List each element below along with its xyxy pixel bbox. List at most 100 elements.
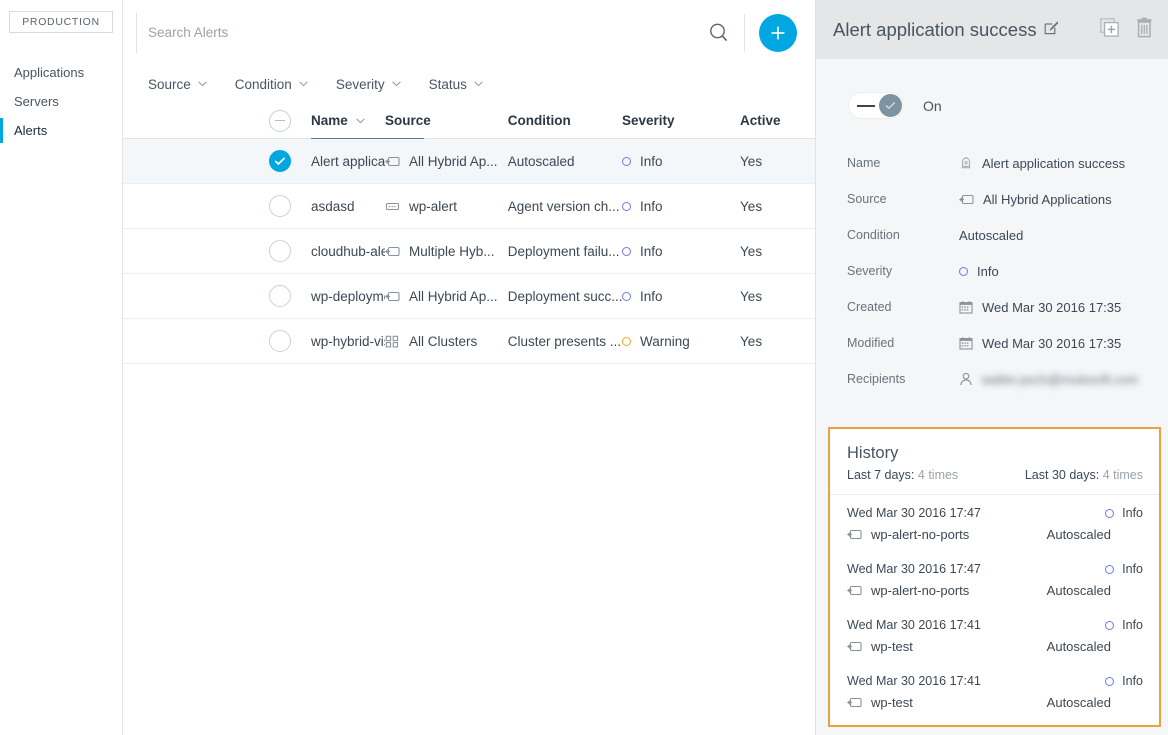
history-severity-label: Info bbox=[1122, 674, 1143, 688]
cell-condition: Autoscaled bbox=[508, 154, 622, 169]
cell-source-label: Multiple Hyb... bbox=[409, 244, 495, 259]
history-timestamp: Wed Mar 30 2016 17:47 bbox=[847, 506, 981, 520]
cell-condition: Deployment failu... bbox=[508, 244, 622, 259]
cell-active: Yes bbox=[740, 289, 815, 304]
table-row[interactable]: wp-deploymen... All Hybrid Ap... Deploym… bbox=[123, 274, 815, 319]
toggle-state-label: On bbox=[923, 98, 942, 114]
search-input[interactable] bbox=[148, 25, 702, 40]
hybrid-application-icon bbox=[847, 528, 862, 541]
table-row[interactable]: cloudhub-alert Multiple Hyb... Deploymen… bbox=[123, 229, 815, 274]
hybrid-application-icon bbox=[847, 584, 862, 597]
cell-active: Yes bbox=[740, 199, 815, 214]
cell-severity: Info bbox=[622, 244, 740, 259]
row-checkbox[interactable] bbox=[269, 240, 291, 262]
field-value: walter.poch@mulesoft.com bbox=[959, 372, 1138, 387]
sidebar: PRODUCTION Applications Servers Alerts bbox=[0, 0, 123, 735]
column-header-active[interactable]: Active bbox=[740, 103, 815, 139]
active-indicator bbox=[0, 118, 3, 143]
row-checkbox-cell bbox=[269, 150, 291, 172]
cell-source-label: All Hybrid Ap... bbox=[409, 289, 498, 304]
filter-condition[interactable]: Condition bbox=[235, 77, 308, 92]
history-title: History bbox=[847, 444, 1143, 463]
environment-badge[interactable]: PRODUCTION bbox=[9, 11, 113, 33]
history-entry-top: Wed Mar 30 2016 17:41 Info bbox=[847, 618, 1143, 632]
search-bar bbox=[123, 0, 815, 65]
detail-header-actions bbox=[1100, 17, 1154, 43]
row-checkbox[interactable] bbox=[269, 150, 291, 172]
history-source-label: wp-test bbox=[871, 639, 913, 654]
trash-icon[interactable] bbox=[1135, 17, 1154, 43]
column-label: Source bbox=[385, 113, 431, 128]
hybrid-application-icon bbox=[959, 193, 974, 206]
enabled-toggle-row: On bbox=[816, 59, 1168, 119]
history-source: wp-alert-no-ports bbox=[847, 583, 969, 598]
sidebar-item-alerts[interactable]: Alerts bbox=[0, 116, 122, 145]
filter-label: Status bbox=[429, 77, 467, 92]
history-stat-value: 4 times bbox=[1103, 468, 1143, 482]
sidebar-item-label: Servers bbox=[14, 94, 59, 109]
duplicate-icon[interactable] bbox=[1100, 18, 1119, 42]
filter-severity[interactable]: Severity bbox=[336, 77, 401, 92]
column-header-name[interactable]: Name bbox=[266, 103, 385, 139]
severity-warning-icon bbox=[622, 337, 631, 346]
filter-bar: Source Condition Severity Status bbox=[123, 65, 815, 103]
field-label: Modified bbox=[847, 336, 959, 350]
table-row[interactable]: wp-hybrid-visib... All Clusters Cluster … bbox=[123, 319, 815, 364]
severity-info-icon bbox=[1105, 509, 1114, 518]
sidebar-item-applications[interactable]: Applications bbox=[0, 58, 122, 87]
toggle-track-line bbox=[857, 105, 875, 107]
history-entry: Wed Mar 30 2016 17:47 Info wp-alert-no-p… bbox=[830, 495, 1159, 551]
row-checkbox[interactable] bbox=[269, 330, 291, 352]
add-alert-button[interactable] bbox=[759, 14, 797, 52]
history-source: wp-test bbox=[847, 639, 913, 654]
field-label: Created bbox=[847, 300, 959, 314]
edit-icon[interactable] bbox=[1044, 20, 1059, 40]
column-label: Active bbox=[740, 113, 781, 128]
history-severity: Info bbox=[1105, 506, 1143, 520]
field-value: Info bbox=[959, 264, 999, 279]
column-label: Condition bbox=[508, 113, 571, 128]
filter-source[interactable]: Source bbox=[148, 77, 207, 92]
row-checkbox-cell bbox=[269, 330, 291, 352]
column-header-condition[interactable]: Condition bbox=[508, 103, 622, 139]
hybrid-application-icon bbox=[385, 155, 400, 168]
history-entry: Wed Mar 30 2016 17:41 Info wp-test Autos… bbox=[830, 607, 1159, 663]
filter-status[interactable]: Status bbox=[429, 77, 483, 92]
sidebar-item-servers[interactable]: Servers bbox=[0, 87, 122, 116]
history-severity: Info bbox=[1105, 618, 1143, 632]
enabled-toggle[interactable] bbox=[848, 92, 904, 119]
table-row[interactable]: Alert applicatio... All Hybrid Ap... Aut… bbox=[123, 139, 815, 184]
history-severity: Info bbox=[1105, 674, 1143, 688]
cell-severity-label: Info bbox=[640, 289, 663, 304]
cell-source: All Hybrid Ap... bbox=[385, 289, 508, 304]
hybrid-application-icon bbox=[847, 640, 862, 653]
search-icon[interactable] bbox=[702, 16, 736, 50]
sidebar-item-label: Alerts bbox=[14, 123, 47, 138]
row-checkbox[interactable] bbox=[269, 285, 291, 307]
cell-severity-label: Warning bbox=[640, 334, 690, 349]
history-timestamp: Wed Mar 30 2016 17:41 bbox=[847, 674, 981, 688]
column-header-severity[interactable]: Severity bbox=[622, 103, 740, 139]
field-modified: Modified Wed Mar 30 2016 17:35 bbox=[847, 325, 1168, 361]
cell-severity-label: Info bbox=[640, 154, 663, 169]
table-row[interactable]: asdasd wp-alert Agent version ch... Info… bbox=[123, 184, 815, 229]
field-value: All Hybrid Applications bbox=[959, 192, 1112, 207]
cell-severity: Warning bbox=[622, 334, 740, 349]
history-entry: Wed Mar 30 2016 17:47 Info wp-alert-no-p… bbox=[830, 551, 1159, 607]
hybrid-application-icon bbox=[847, 696, 862, 709]
history-severity-label: Info bbox=[1122, 618, 1143, 632]
cell-condition: Cluster presents ... bbox=[508, 334, 622, 349]
sidebar-item-label: Applications bbox=[14, 65, 84, 80]
chevron-down-icon bbox=[356, 118, 365, 124]
severity-info-icon bbox=[622, 202, 631, 211]
history-stats: Last 7 days: 4 times Last 30 days: 4 tim… bbox=[847, 468, 1143, 482]
detail-header: Alert application success bbox=[816, 0, 1168, 59]
table-header-row: Name Source Condition Severity Active bbox=[123, 103, 815, 139]
hybrid-application-icon bbox=[385, 290, 400, 303]
field-value: Wed Mar 30 2016 17:35 bbox=[959, 300, 1121, 315]
cell-active: Yes bbox=[740, 244, 815, 259]
column-header-source[interactable]: Source bbox=[385, 103, 508, 139]
check-icon bbox=[885, 101, 896, 110]
row-checkbox[interactable] bbox=[269, 195, 291, 217]
hybrid-application-icon bbox=[385, 245, 400, 258]
